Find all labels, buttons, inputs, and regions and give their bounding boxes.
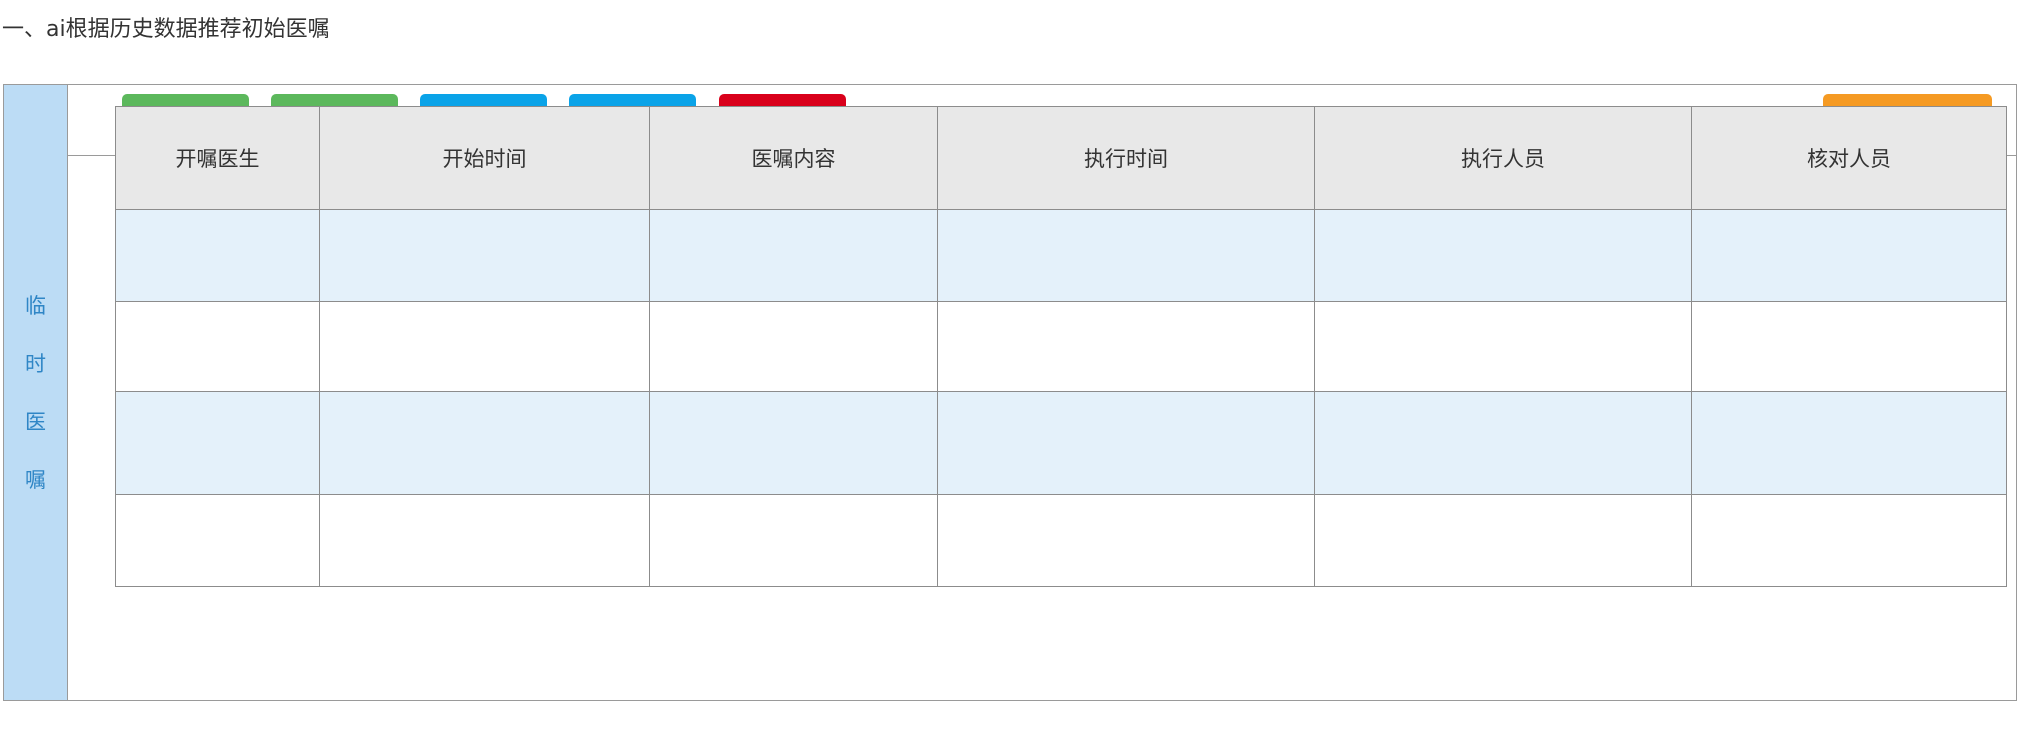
table-cell — [937, 494, 1315, 587]
table-cell — [1314, 494, 1692, 587]
table-cell — [319, 494, 650, 587]
column-header-doctor: 开嘱医生 — [115, 106, 320, 210]
table-cell — [319, 391, 650, 495]
table-cell — [115, 301, 320, 392]
side-label-char: 嘱 — [25, 467, 46, 492]
side-label-char: 时 — [25, 351, 46, 376]
table-cell — [319, 301, 650, 392]
table-cell — [1691, 209, 2007, 302]
column-header-start-time: 开始时间 — [319, 106, 650, 210]
table-cell — [937, 209, 1315, 302]
table-row[interactable] — [115, 494, 2007, 587]
table-cell — [1691, 391, 2007, 495]
table-cell — [649, 391, 938, 495]
table-cell — [1691, 301, 2007, 392]
table-cell — [937, 301, 1315, 392]
table-cell — [649, 494, 938, 587]
table-cell — [1314, 301, 1692, 392]
page-title: 一、ai根据历史数据推荐初始医嘱 — [2, 17, 330, 42]
table-cell — [115, 494, 320, 587]
table-header-row: 开嘱医生 开始时间 医嘱内容 执行时间 执行人员 核对人员 — [115, 106, 2007, 210]
side-panel-label: 临 时 医 嘱 — [4, 85, 68, 700]
table-cell — [649, 209, 938, 302]
table-cell — [115, 209, 320, 302]
table-row[interactable] — [115, 209, 2007, 302]
table-cell — [115, 391, 320, 495]
table-cell — [937, 391, 1315, 495]
table-cell — [1314, 391, 1692, 495]
side-label-char: 医 — [25, 409, 46, 434]
table-cell — [1314, 209, 1692, 302]
orders-table: 开嘱医生 开始时间 医嘱内容 执行时间 执行人员 核对人员 — [115, 106, 2007, 587]
table-cell — [319, 209, 650, 302]
column-header-order-content: 医嘱内容 — [649, 106, 938, 210]
column-header-executor: 执行人员 — [1314, 106, 1692, 210]
table-row[interactable] — [115, 391, 2007, 495]
side-label-char: 临 — [25, 293, 46, 318]
table-cell — [649, 301, 938, 392]
table-cell — [1691, 494, 2007, 587]
table-row[interactable] — [115, 301, 2007, 392]
column-header-execute-time: 执行时间 — [937, 106, 1315, 210]
column-header-checker: 核对人员 — [1691, 106, 2007, 210]
